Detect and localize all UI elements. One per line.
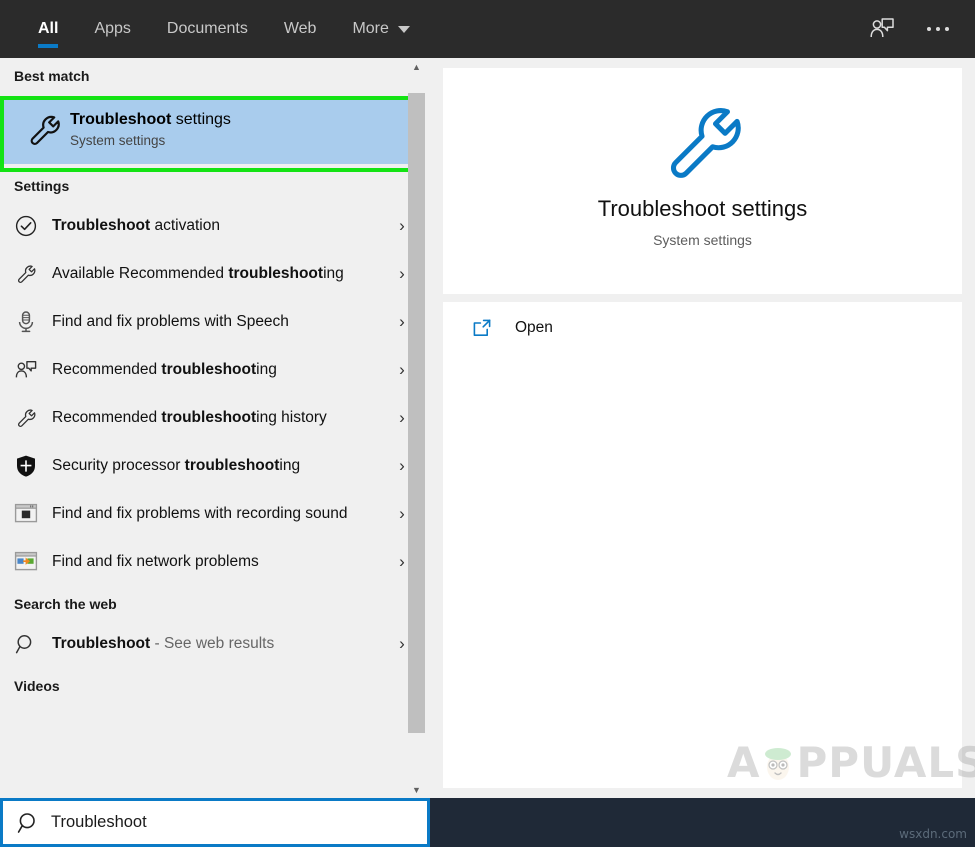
- search-input[interactable]: Troubleshoot: [51, 813, 147, 832]
- search-icon: [0, 633, 52, 655]
- row-bold-1: troubleshoot: [228, 265, 324, 283]
- search-icon: [17, 811, 51, 835]
- scrollbar-thumb[interactable]: [408, 93, 425, 733]
- taskbar-search-box[interactable]: Troubleshoot: [0, 798, 430, 847]
- header-actions: [867, 0, 975, 58]
- wrench-icon: [0, 262, 52, 286]
- row-bold-5: troubleshoot: [184, 457, 280, 475]
- tab-web[interactable]: Web: [266, 0, 335, 58]
- detail-pane: Troubleshoot settings System settings Op…: [425, 58, 975, 798]
- result-row-label: Find and fix problems with Speech: [52, 311, 384, 332]
- best-match-title: Troubleshoot settings: [70, 109, 231, 131]
- result-row-label: Troubleshoot - See web results: [52, 633, 384, 654]
- row-bold-0: Troubleshoot: [52, 217, 151, 235]
- web-rest: - See web results: [150, 635, 275, 653]
- row-rest-4: ing history: [256, 409, 327, 427]
- detail-actions-card: Open: [443, 302, 962, 788]
- tab-active-underline: [38, 44, 59, 48]
- wsxdn-watermark: wsxdn.com: [899, 827, 967, 841]
- row-bold-4: troubleshoot: [161, 409, 257, 427]
- tab-all[interactable]: All: [20, 0, 76, 58]
- result-row-security-processor-troubleshooting[interactable]: Security processor troubleshooting ›: [0, 442, 420, 490]
- result-row-web-search[interactable]: Troubleshoot - See web results ›: [0, 620, 420, 668]
- result-row-label: Find and fix network problems: [52, 551, 384, 572]
- windows-search-screen: All Apps Documents Web More Best match T…: [0, 0, 975, 847]
- tab-apps[interactable]: Apps: [76, 0, 148, 58]
- result-row-label: Troubleshoot activation: [52, 215, 384, 236]
- row-pre-2: Find and fix problems with Speech: [52, 313, 289, 331]
- search-results-pane: Best match Troubleshoot settings System …: [0, 58, 420, 798]
- wrench-icon-large: [443, 68, 962, 190]
- row-pre-7: Find and fix network problems: [52, 553, 259, 571]
- result-row-speech-problems[interactable]: Find and fix problems with Speech ›: [0, 298, 420, 346]
- result-row-available-recommended-troubleshooting[interactable]: Available Recommended troubleshooting ›: [0, 250, 420, 298]
- row-rest-1: ing: [323, 265, 344, 283]
- open-action-label: Open: [515, 319, 553, 336]
- row-bold-3: troubleshoot: [161, 361, 257, 379]
- videos-heading: Videos: [14, 678, 60, 694]
- best-match-text: Troubleshoot settings System settings: [70, 109, 231, 151]
- network-icon: [0, 551, 52, 573]
- result-row-recording-sound-problems[interactable]: Find and fix problems with recording sou…: [0, 490, 420, 538]
- tab-documents[interactable]: Documents: [149, 0, 266, 58]
- result-row-troubleshoot-activation[interactable]: Troubleshoot activation ›: [0, 202, 420, 250]
- row-pre-3: Recommended: [52, 361, 162, 379]
- row-rest-0: activation: [150, 217, 220, 235]
- result-row-recommended-troubleshooting[interactable]: Recommended troubleshooting ›: [0, 346, 420, 394]
- result-row-network-problems[interactable]: Find and fix network problems ›: [0, 538, 420, 586]
- open-action-row[interactable]: Open: [443, 302, 962, 354]
- microphone-icon: [0, 310, 52, 334]
- wrench-icon: [18, 110, 70, 150]
- detail-preview-card: Troubleshoot settings System settings: [443, 68, 962, 294]
- search-the-web-heading: Search the web: [14, 596, 117, 612]
- result-row-recommended-troubleshooting-history[interactable]: Recommended troubleshooting history ›: [0, 394, 420, 442]
- results-scrollbar[interactable]: ▲ ▼: [408, 58, 425, 798]
- tab-more-label: More: [352, 20, 389, 37]
- ellipsis-dots: [927, 27, 949, 31]
- row-pre-4: Recommended: [52, 409, 162, 427]
- check-circle-icon: [0, 214, 52, 238]
- best-match-subtitle: System settings: [70, 132, 166, 148]
- best-match-title-bold: Troubleshoot: [70, 111, 172, 129]
- detail-subtitle: System settings: [653, 232, 752, 248]
- tab-more[interactable]: More: [334, 0, 427, 58]
- shield-icon: [0, 454, 52, 478]
- tab-all-label: All: [38, 20, 59, 37]
- recording-sound-icon: [0, 503, 52, 525]
- open-external-icon: [471, 317, 515, 339]
- ellipsis-icon[interactable]: [923, 14, 953, 44]
- row-rest-5: ing: [279, 457, 301, 475]
- chevron-down-icon: [397, 25, 410, 33]
- dot: [927, 27, 931, 31]
- settings-heading: Settings: [14, 178, 70, 194]
- person-feedback-icon: [0, 358, 52, 382]
- feedback-person-icon[interactable]: [867, 14, 897, 44]
- result-row-label: Recommended troubleshooting history: [52, 407, 384, 428]
- row-pre-5: Security processor: [52, 457, 185, 475]
- search-filter-tabs: All Apps Documents Web More: [0, 0, 428, 58]
- result-row-label: Security processor troubleshooting: [52, 455, 384, 476]
- search-header: All Apps Documents Web More: [0, 0, 975, 58]
- result-row-label: Available Recommended troubleshooting: [52, 263, 384, 284]
- web-bold: Troubleshoot: [52, 635, 151, 653]
- dot: [945, 27, 949, 31]
- scroll-up-arrow-icon[interactable]: ▲: [408, 58, 425, 75]
- result-row-label: Recommended troubleshooting: [52, 359, 384, 380]
- wrench-icon: [0, 406, 52, 430]
- row-rest-3: ing: [256, 361, 277, 379]
- result-row-label: Find and fix problems with recording sou…: [52, 503, 384, 524]
- row-pre-1: Available Recommended: [52, 265, 229, 283]
- scrollbar-track[interactable]: [408, 75, 425, 781]
- tab-documents-label: Documents: [166, 20, 248, 37]
- tab-apps-label: Apps: [94, 20, 131, 37]
- best-match-heading: Best match: [14, 68, 90, 84]
- scroll-down-arrow-icon[interactable]: ▼: [408, 781, 425, 798]
- best-match-title-rest: settings: [171, 111, 231, 129]
- tab-web-label: Web: [283, 20, 317, 37]
- best-match-item[interactable]: Troubleshoot settings System settings: [4, 96, 414, 164]
- best-match-section: Troubleshoot settings System settings: [0, 96, 420, 172]
- dot: [936, 27, 940, 31]
- row-pre-6: Find and fix problems with recording sou…: [52, 505, 348, 523]
- detail-title: Troubleshoot settings: [597, 196, 808, 221]
